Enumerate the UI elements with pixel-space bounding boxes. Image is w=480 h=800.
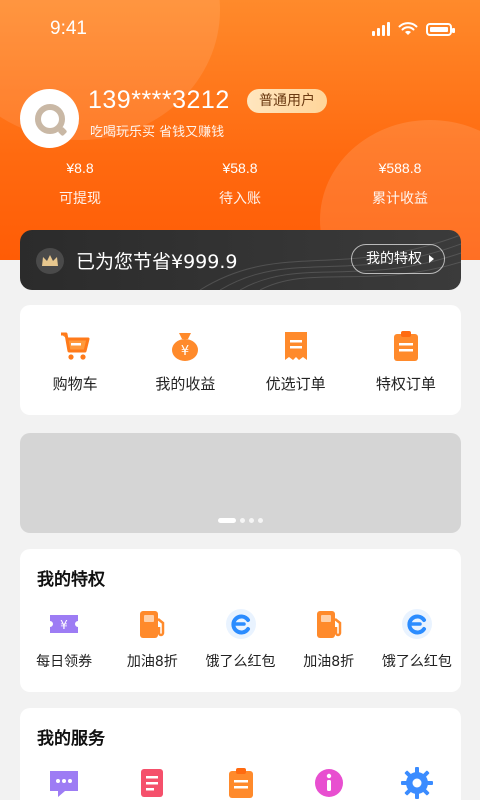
crown-icon [36, 248, 64, 274]
quick-privilege-orders[interactable]: 特权订单 [351, 305, 461, 415]
privilege-coupon[interactable]: ¥ 每日领券 [20, 607, 108, 671]
stat-withdrawable[interactable]: ¥8.8 可提现 [0, 160, 160, 208]
svg-text:¥: ¥ [181, 344, 189, 359]
privilege-label: 每日领券 [36, 654, 93, 670]
privilege-eleme[interactable]: 饿了么红包 [373, 607, 461, 671]
privilege-label: 饿了么红包 [205, 654, 276, 670]
signal-icon [372, 22, 390, 36]
cart-icon [61, 332, 90, 360]
privilege-label: 加油8折 [126, 654, 178, 670]
fuel-icon [140, 611, 165, 638]
promo-banner[interactable] [20, 433, 461, 533]
stat-label: 累计收益 [372, 191, 428, 207]
list-icon [141, 769, 164, 797]
section-title: 我的服务 [37, 729, 105, 749]
quick-label: 特权订单 [375, 375, 436, 393]
earnings-stats: ¥8.8 可提现 ¥58.8 待入账 ¥588.8 累计收益 [0, 160, 480, 208]
service-list[interactable] [108, 766, 196, 800]
quick-cart[interactable]: 购物车 [20, 305, 130, 415]
clipboard-icon [228, 768, 253, 798]
info-icon [314, 769, 343, 797]
quick-orders[interactable]: 优选订单 [241, 305, 351, 415]
quick-label: 优选订单 [265, 375, 326, 393]
profile-header: 9:41 139****3212 普通用户 吃喝玩乐买 省钱又赚钱 ¥8.8 可… [0, 0, 480, 260]
privilege-fuel[interactable]: 加油8折 [108, 607, 196, 671]
user-level-badge: 普通用户 [247, 89, 327, 113]
order-icon [284, 332, 307, 360]
service-chat[interactable] [20, 766, 108, 800]
quick-label: 购物车 [52, 375, 98, 393]
stat-pending[interactable]: ¥58.8 待入账 [160, 160, 320, 208]
status-icons [372, 22, 455, 36]
privilege-fuel[interactable]: 加油8折 [285, 607, 373, 671]
stat-label: 可提现 [59, 191, 101, 207]
stat-label: 待入账 [219, 191, 261, 207]
svg-text:¥: ¥ [60, 618, 68, 632]
status-time: 9:41 [50, 18, 87, 39]
services-card: 我的服务 [20, 708, 461, 800]
coupon-icon: ¥ [50, 615, 79, 633]
eleme-icon [225, 609, 256, 639]
privilege-eleme[interactable]: 饿了么红包 [196, 607, 284, 671]
chat-icon [50, 771, 79, 797]
stat-value: ¥8.8 [66, 160, 94, 176]
privilege-label: 饿了么红包 [381, 654, 452, 670]
eleme-icon [401, 609, 432, 639]
quick-actions: 购物车 ¥ 我的收益 优选订单 特权订单 [20, 305, 461, 415]
status-bar: 9:41 [0, 0, 480, 60]
savings-text: 已为您节省¥999.9 [76, 251, 238, 273]
privilege-label: 加油8折 [303, 654, 355, 670]
gear-icon [400, 767, 433, 799]
quick-label: 我的收益 [155, 375, 216, 393]
user-phone: 139****3212 [88, 86, 230, 114]
clipboard-icon [393, 331, 418, 361]
service-info[interactable] [285, 766, 373, 800]
my-privileges-button[interactable]: 我的特权 [351, 244, 445, 274]
fuel-icon [316, 611, 341, 638]
stat-value: ¥58.8 [222, 160, 258, 176]
quick-earnings[interactable]: ¥ 我的收益 [130, 305, 240, 415]
battery-icon [426, 22, 455, 36]
section-title: 我的特权 [37, 570, 105, 590]
user-slogan: 吃喝玩乐买 省钱又赚钱 [90, 125, 225, 140]
service-settings[interactable] [373, 766, 461, 800]
wifi-icon [398, 22, 418, 35]
stat-total[interactable]: ¥588.8 累计收益 [320, 160, 480, 208]
carousel-dots [218, 518, 263, 523]
avatar[interactable] [20, 89, 79, 148]
service-clipboard[interactable] [196, 766, 284, 800]
privileges-card: 我的特权 ¥ 每日领券 加油8折 饿了么红包 加油8折 饿了么红包 [20, 549, 461, 692]
stat-value: ¥588.8 [378, 160, 422, 176]
savings-bar: 已为您节省¥999.9 我的特权 [20, 230, 461, 290]
money-bag-icon: ¥ [172, 333, 199, 361]
